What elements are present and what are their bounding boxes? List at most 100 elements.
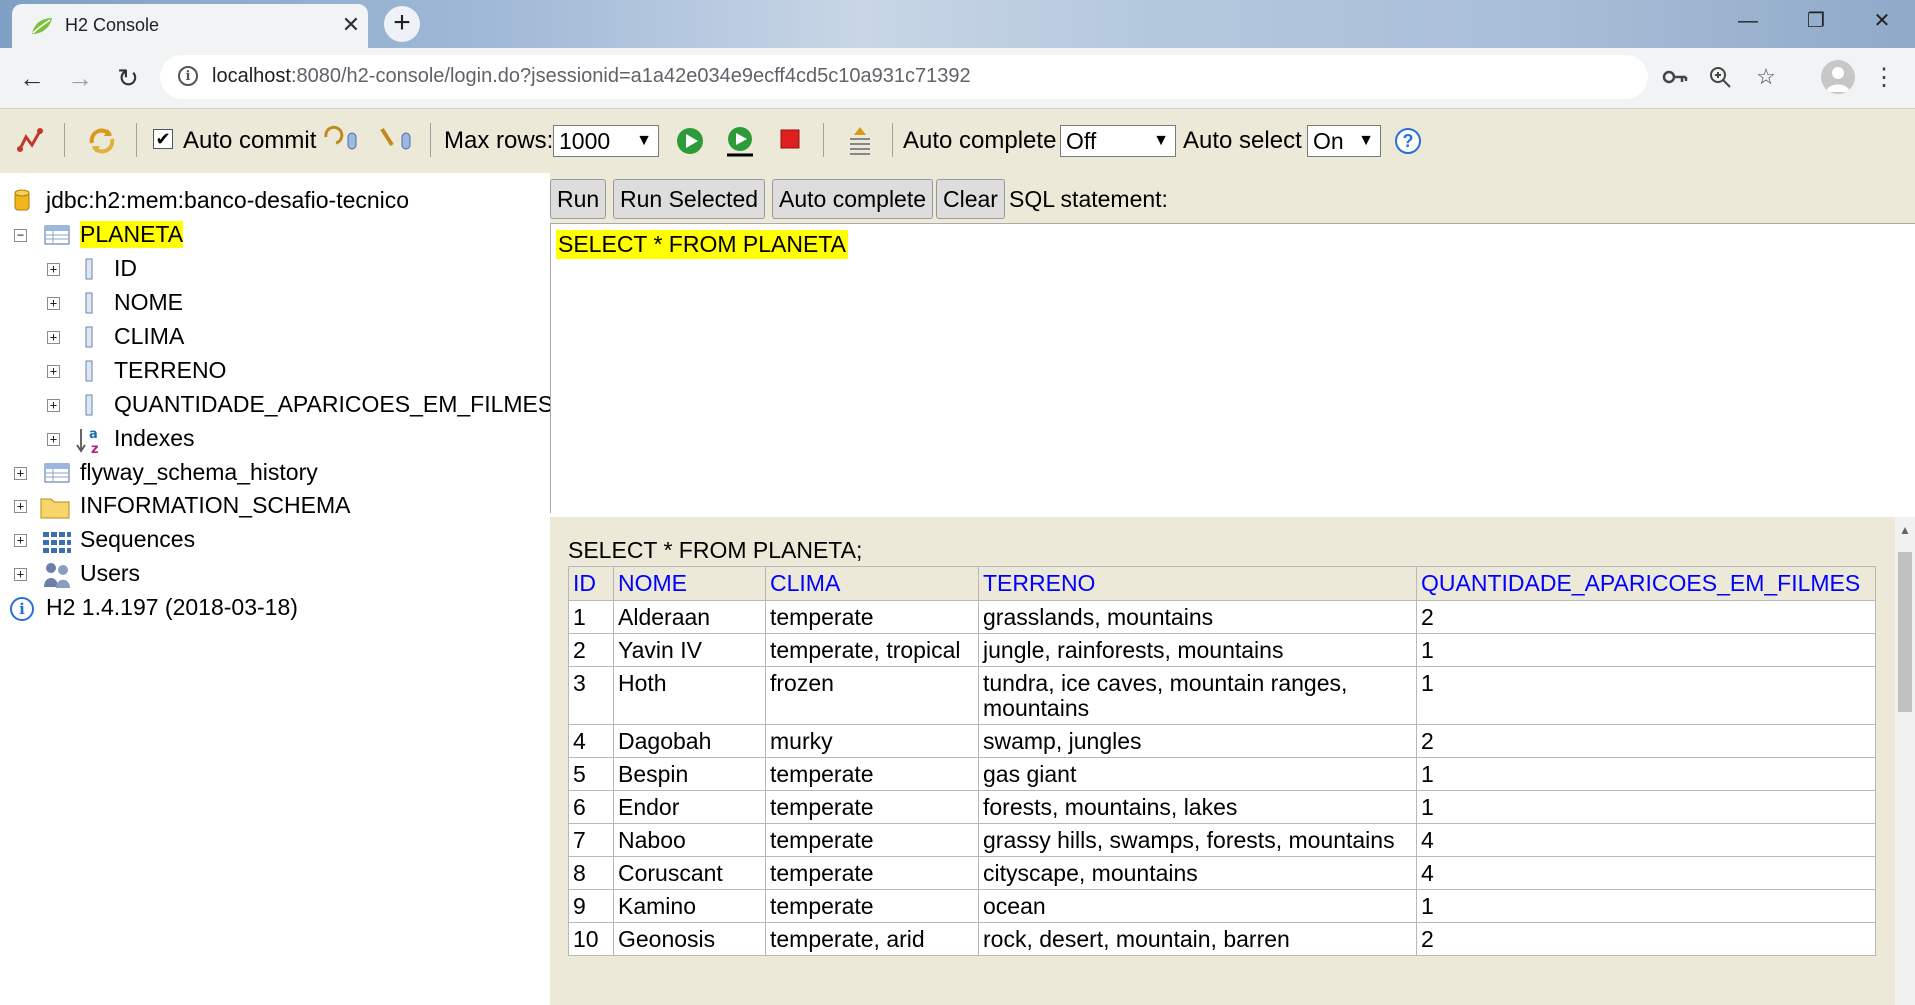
table-cell[interactable]: gas giant	[978, 757, 1417, 791]
tab-close-icon[interactable]: ✕	[337, 11, 365, 39]
expand-icon[interactable]: +	[47, 331, 60, 344]
auto-commit-checkbox[interactable]: ✔	[153, 129, 173, 149]
table-cell[interactable]: forests, mountains, lakes	[978, 790, 1417, 824]
table-cell[interactable]: rock, desert, mountain, barren	[978, 922, 1417, 956]
table-cell[interactable]: 3	[568, 666, 614, 725]
table-cell[interactable]: 2	[1416, 724, 1876, 758]
sql-editor-text[interactable]: SELECT * FROM PLANETA	[556, 230, 848, 259]
table-cell[interactable]: 1	[1416, 633, 1876, 667]
table-cell[interactable]: temperate, tropical	[765, 633, 979, 667]
table-cell[interactable]: 2	[1416, 600, 1876, 634]
restore-icon[interactable]: ❐	[1786, 0, 1846, 42]
browser-tab[interactable]: H2 Console ✕	[12, 4, 368, 48]
table-cell[interactable]: frozen	[765, 666, 979, 725]
reload-icon[interactable]: ↻	[110, 60, 146, 96]
table-cell[interactable]: jungle, rainforests, mountains	[978, 633, 1417, 667]
table-cell[interactable]: Alderaan	[613, 600, 766, 634]
minimize-icon[interactable]: —	[1718, 0, 1778, 42]
result-scrollbar[interactable]: ▲	[1895, 517, 1915, 1005]
table-cell[interactable]: 1	[1416, 757, 1876, 791]
refresh-icon[interactable]	[84, 123, 120, 159]
table-cell[interactable]: 2	[1416, 922, 1876, 956]
table-cell[interactable]: temperate	[765, 790, 979, 824]
header-clima[interactable]: CLIMA	[765, 566, 979, 601]
table-cell[interactable]: 4	[568, 724, 614, 758]
commit-icon[interactable]	[378, 123, 418, 159]
table-cell[interactable]: 1	[1416, 790, 1876, 824]
table-cell[interactable]: cityscape, mountains	[978, 856, 1417, 890]
table-cell[interactable]: Dagobah	[613, 724, 766, 758]
table-cell[interactable]: Geonosis	[613, 922, 766, 956]
table-cell[interactable]: 4	[1416, 856, 1876, 890]
table-cell[interactable]: 2	[568, 633, 614, 667]
zoom-icon[interactable]	[1708, 65, 1732, 89]
help-icon[interactable]: ?	[1395, 128, 1421, 154]
run-button[interactable]: Run	[550, 179, 607, 219]
table-cell[interactable]: Coruscant	[613, 856, 766, 890]
table-cell[interactable]: tundra, ice caves, mountain ranges, moun…	[978, 666, 1417, 725]
table-cell[interactable]: temperate	[765, 757, 979, 791]
table-cell[interactable]: 9	[568, 889, 614, 923]
table-cell[interactable]: temperate, arid	[765, 922, 979, 956]
table-cell[interactable]: temperate	[765, 889, 979, 923]
table-cell[interactable]: Hoth	[613, 666, 766, 725]
profile-avatar-icon[interactable]	[1821, 60, 1855, 94]
table-cell[interactable]: grasslands, mountains	[978, 600, 1417, 634]
table-cell[interactable]: 1	[1416, 889, 1876, 923]
run-icon[interactable]	[672, 123, 708, 159]
table-cell[interactable]: Naboo	[613, 823, 766, 857]
table-cell[interactable]: ocean	[978, 889, 1417, 923]
table-cell[interactable]: Kamino	[613, 889, 766, 923]
scroll-thumb[interactable]	[1898, 552, 1912, 712]
table-cell[interactable]: 10	[568, 922, 614, 956]
auto-complete-select[interactable]: Off ▼	[1060, 125, 1176, 157]
expand-icon[interactable]: +	[47, 399, 60, 412]
table-cell[interactable]: 1	[1416, 666, 1876, 725]
key-icon[interactable]	[1662, 68, 1688, 86]
back-icon[interactable]: ←	[14, 60, 50, 96]
header-id[interactable]: ID	[568, 566, 614, 601]
run-selected-button[interactable]: Run Selected	[613, 179, 766, 219]
history-icon[interactable]	[842, 123, 878, 159]
expand-icon[interactable]: +	[14, 500, 27, 513]
expand-icon[interactable]: +	[14, 534, 27, 547]
expand-icon[interactable]: +	[14, 568, 27, 581]
header-terreno[interactable]: TERRENO	[978, 566, 1417, 601]
table-cell[interactable]: temperate	[765, 856, 979, 890]
table-cell[interactable]: grassy hills, swamps, forests, mountains	[978, 823, 1417, 857]
table-cell[interactable]: 8	[568, 856, 614, 890]
table-cell[interactable]: temperate	[765, 823, 979, 857]
table-cell[interactable]: Bespin	[613, 757, 766, 791]
table-cell[interactable]: swamp, jungles	[978, 724, 1417, 758]
clear-button[interactable]: Clear	[936, 179, 1005, 219]
collapse-icon[interactable]: −	[14, 229, 27, 242]
url-text[interactable]: localhost:8080/h2-console/login.do?jsess…	[212, 65, 971, 88]
table-cell[interactable]: 5	[568, 757, 614, 791]
table-cell[interactable]: Yavin IV	[613, 633, 766, 667]
expand-icon[interactable]: +	[47, 297, 60, 310]
table-cell[interactable]: 7	[568, 823, 614, 857]
table-cell[interactable]: Endor	[613, 790, 766, 824]
new-tab-button[interactable]: +	[384, 6, 420, 42]
auto-select-select[interactable]: On ▼	[1307, 125, 1381, 157]
auto-complete-button[interactable]: Auto complete	[772, 179, 934, 219]
expand-icon[interactable]: +	[47, 263, 60, 276]
table-cell[interactable]: 4	[1416, 823, 1876, 857]
scroll-up-icon[interactable]: ▲	[1895, 523, 1915, 539]
table-cell[interactable]: 6	[568, 790, 614, 824]
rollback-icon[interactable]	[322, 123, 362, 159]
forward-icon[interactable]: →	[62, 60, 98, 96]
expand-icon[interactable]: +	[47, 433, 60, 446]
table-cell[interactable]: murky	[765, 724, 979, 758]
site-info-icon[interactable]: i	[178, 66, 198, 86]
header-nome[interactable]: NOME	[613, 566, 766, 601]
sql-editor[interactable]: SELECT * FROM PLANETA	[550, 223, 1915, 513]
bookmark-star-icon[interactable]: ☆	[1752, 63, 1780, 91]
max-rows-select[interactable]: 1000 ▼	[553, 125, 659, 157]
address-bar[interactable]: i localhost:8080/h2-console/login.do?jse…	[160, 55, 1776, 99]
browser-menu-icon[interactable]: ⋮	[1872, 60, 1896, 96]
disconnect-icon[interactable]	[12, 123, 48, 159]
window-close-icon[interactable]: ✕	[1852, 0, 1912, 42]
stop-icon[interactable]	[772, 123, 808, 159]
table-cell[interactable]: temperate	[765, 600, 979, 634]
